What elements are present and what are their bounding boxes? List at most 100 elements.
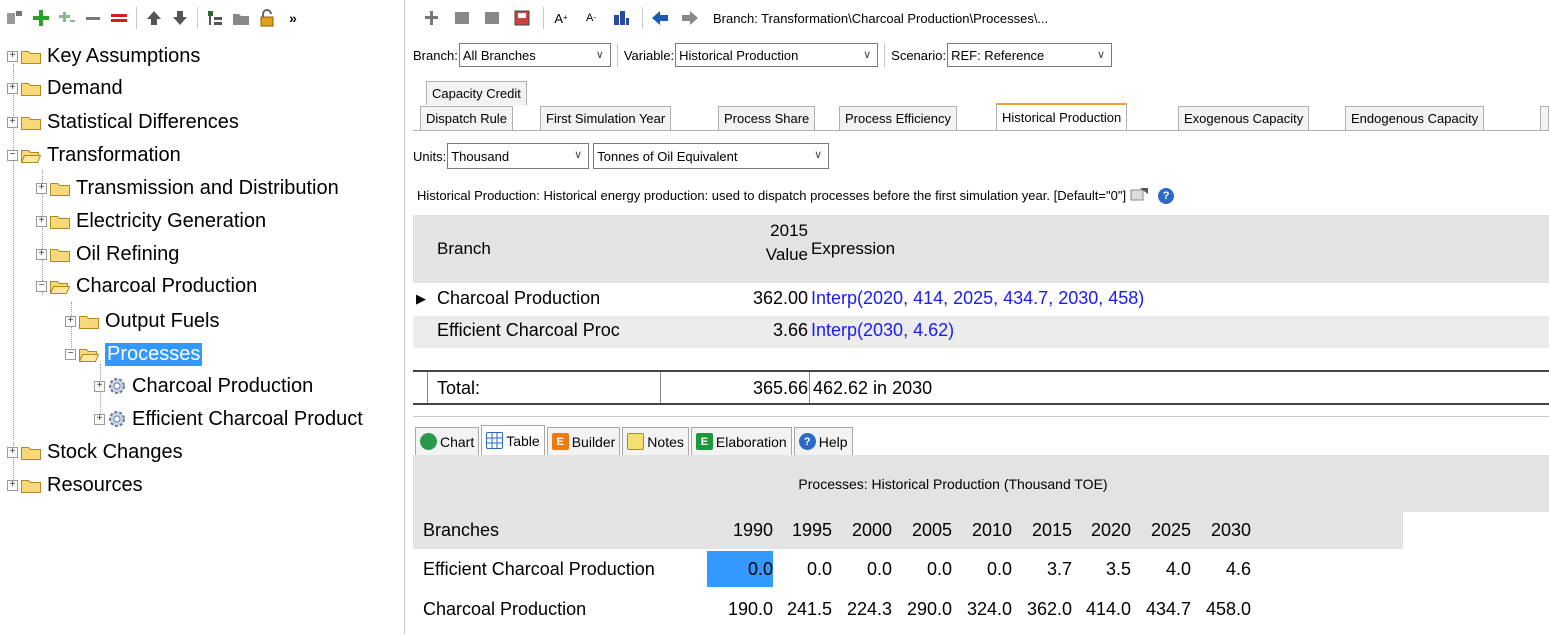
delete-icon[interactable] <box>108 7 130 29</box>
tab-first-simulation-year[interactable]: First Simulation Year <box>540 106 672 130</box>
collapse-icon[interactable]: − <box>7 149 18 161</box>
table-view-icon[interactable] <box>451 7 473 29</box>
branch-select[interactable]: All Branches ∨ <box>458 43 611 67</box>
folder-icon <box>50 247 70 262</box>
selected-cell[interactable]: 0.0 <box>707 551 773 587</box>
font-decrease-icon[interactable]: A- <box>580 7 602 29</box>
tree-node-process-charcoal[interactable]: + Charcoal Production <box>94 370 313 402</box>
tree-node-statistical-differences[interactable]: + Statistical Differences <box>7 106 239 138</box>
save-icon[interactable] <box>511 7 533 29</box>
folder-icon <box>21 115 41 130</box>
tree-node-output-fuels[interactable]: + Output Fuels <box>65 305 220 337</box>
elaboration-icon: E <box>695 433 713 450</box>
data-toolbar: A + A- Branch: Transformation\Charcoal Pr… <box>407 0 1549 36</box>
folder-icon <box>50 181 70 196</box>
expand-icon[interactable]: + <box>36 248 47 260</box>
tree-node-process-efficient-charcoal[interactable]: + Efficient Charcoal Product <box>94 403 363 435</box>
expression-cell[interactable]: Interp(2030, 4.62) <box>811 320 954 341</box>
expand-icon[interactable]: + <box>7 50 18 62</box>
tree-node-transmission-distribution[interactable]: + Transmission and Distribution <box>36 172 339 204</box>
move-down-icon[interactable] <box>169 7 191 29</box>
edit-variable-icon[interactable] <box>1130 186 1150 205</box>
notes-icon <box>627 433 645 450</box>
toolbar-divider <box>136 7 137 29</box>
folder-icon <box>50 214 70 229</box>
units-unit-select[interactable]: Tonnes of Oil Equivalent ∨ <box>593 143 830 169</box>
remove-icon[interactable] <box>82 7 104 29</box>
sort-icon[interactable] <box>610 7 632 29</box>
back-icon[interactable] <box>649 7 671 29</box>
tree-node-electricity-generation[interactable]: + Electricity Generation <box>36 205 266 237</box>
tree-node-stock-changes[interactable]: + Stock Changes <box>7 436 183 468</box>
expression-cell[interactable]: Interp(2020, 414, 2025, 434.7, 2030, 458… <box>811 288 1144 309</box>
expand-icon[interactable]: + <box>36 182 47 194</box>
folder-open-icon <box>79 347 99 362</box>
tree-view-icon[interactable] <box>204 7 226 29</box>
toolbar-divider <box>543 7 544 29</box>
branch-path: Branch: Transformation\Charcoal Producti… <box>713 10 1049 26</box>
expand-icon[interactable]: + <box>36 215 47 227</box>
units-scale-select[interactable]: Thousand ∨ <box>447 143 590 169</box>
tab-process-efficiency[interactable]: Process Efficiency <box>839 106 957 130</box>
scenario-select[interactable]: REF: Reference ∨ <box>947 43 1113 67</box>
tab-chart[interactable]: Chart <box>415 427 480 455</box>
grid-row[interactable]: Efficient Charcoal Proc 3.66 Interp(2030… <box>413 316 1549 348</box>
tab-exogenous-capacity[interactable]: Exogenous Capacity <box>1178 106 1310 130</box>
more-tools-icon[interactable]: » <box>282 7 304 29</box>
tree-node-demand[interactable]: + Demand <box>7 72 123 104</box>
tab-process-share[interactable]: Process Share <box>718 106 816 130</box>
tree-node-charcoal-production[interactable]: − Charcoal Production <box>36 270 257 302</box>
header-year: 2020 <box>1090 520 1131 540</box>
add-icon[interactable] <box>30 7 52 29</box>
copy-icon[interactable] <box>481 7 503 29</box>
tab-more[interactable] <box>1540 106 1549 130</box>
tab-builder[interactable]: E Builder <box>546 427 621 455</box>
variable-description: Historical Production: Historical energy… <box>417 186 1175 205</box>
expand-icon[interactable]: + <box>7 446 18 458</box>
expand-icon[interactable]: + <box>94 380 105 392</box>
expression-grid-header: Branch 2015 Value Expression <box>413 215 1549 283</box>
tree-node-processes[interactable]: − Processes <box>65 338 203 370</box>
panel-splitter[interactable] <box>413 416 1549 417</box>
tab-notes[interactable]: Notes <box>622 427 689 455</box>
tab-capacity-credit[interactable]: Capacity Credit <box>426 81 527 105</box>
expand-icon[interactable]: + <box>94 413 105 425</box>
tab-endogenous-capacity[interactable]: Endogenous Capacity <box>1345 106 1485 130</box>
tab-help[interactable]: ? Help <box>793 427 853 455</box>
new-branch-icon[interactable] <box>4 7 26 29</box>
forward-icon[interactable] <box>679 7 701 29</box>
grid-row[interactable]: ▶ Charcoal Production 362.00 Interp(2020… <box>413 284 1549 316</box>
tab-table[interactable]: Table <box>481 425 545 455</box>
expand-icon[interactable]: + <box>7 82 18 94</box>
font-increase-icon[interactable]: A + <box>550 7 572 29</box>
help-icon: ? <box>798 433 816 450</box>
tree-node-key-assumptions[interactable]: + Key Assumptions <box>7 40 200 72</box>
help-icon[interactable]: ? <box>1158 187 1175 204</box>
folder-icon <box>21 81 41 96</box>
add-child-icon[interactable] <box>56 7 78 29</box>
expand-icon[interactable]: + <box>65 315 76 327</box>
total-label: Total: <box>437 378 481 398</box>
table-row: Efficient Charcoal Production 0.0 0.0 0.… <box>413 551 1403 591</box>
divider <box>809 372 810 403</box>
tab-dispatch-rule[interactable]: Dispatch Rule <box>420 106 513 130</box>
variable-select[interactable]: Historical Production ∨ <box>675 43 879 67</box>
tab-elaboration[interactable]: E Elaboration <box>690 427 792 455</box>
header-year: 2030 <box>1210 520 1251 540</box>
folder-icon[interactable] <box>230 7 252 29</box>
total-expression: 462.62 in 2030 <box>813 378 933 398</box>
header-year: 1990 <box>732 520 773 540</box>
collapse-icon[interactable]: − <box>65 348 76 360</box>
collapse-icon[interactable]: − <box>36 280 47 292</box>
expand-icon[interactable]: + <box>7 116 18 128</box>
tree-node-transformation[interactable]: − Transformation <box>7 139 181 171</box>
tree-panel: » + Key Assumptions + Demand + Statistic… <box>0 0 405 634</box>
add-row-icon[interactable] <box>421 7 443 29</box>
total-value: 365.66 <box>752 378 808 398</box>
tree-node-oil-refining[interactable]: + Oil Refining <box>36 238 179 270</box>
tab-historical-production[interactable]: Historical Production <box>996 103 1128 130</box>
expand-icon[interactable]: + <box>7 479 18 491</box>
move-up-icon[interactable] <box>143 7 165 29</box>
tree-node-resources[interactable]: + Resources <box>7 469 143 501</box>
lock-icon[interactable] <box>256 7 278 29</box>
